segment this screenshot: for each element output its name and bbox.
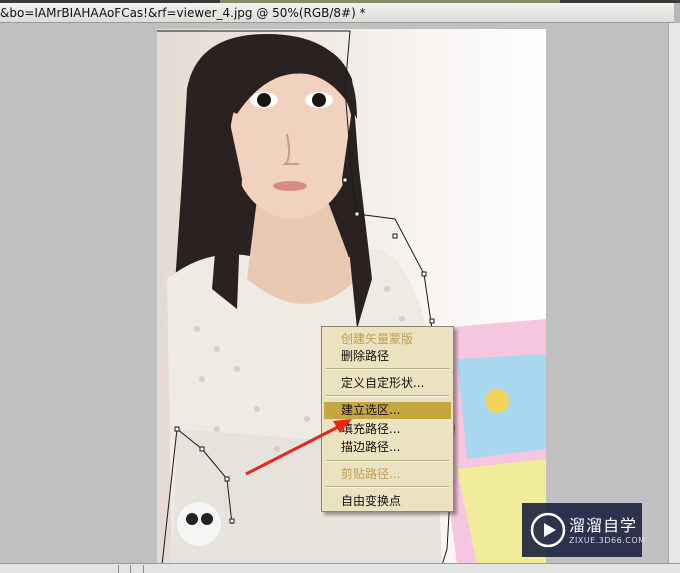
watermark-name: 溜溜自学 [569,516,638,535]
menu-separator [326,486,449,488]
play-icon [530,512,566,548]
status-bar [0,563,680,573]
panda-eye [186,513,198,525]
status-divider [118,565,119,573]
document-title: &bo=IAMrBIAHAAoFCas!&rf=viewer_4.jpg @ 5… [0,6,366,20]
status-divider [130,565,131,573]
title-bar-edge [674,3,680,23]
menu-item-stroke-path[interactable]: 描边路径... [324,439,451,456]
panda-eye [201,513,213,525]
right-pupil [312,93,326,107]
path-context-menu: 创建矢量蒙版 删除路径 定义自定形状... 建立选区... 填充路径... 描边… [321,326,454,512]
menu-separator [326,460,449,462]
menu-item-fill-path[interactable]: 填充路径... [324,421,451,438]
bedding-motif [485,389,509,413]
panda-toy [177,502,221,546]
menu-item-make-selection[interactable]: 建立选区... [324,402,451,419]
document-title-bar[interactable]: &bo=IAMrBIAHAAoFCas!&rf=viewer_4.jpg @ 5… [0,3,680,23]
menu-item-delete-path[interactable]: 删除路径 [324,348,451,365]
menu-item-define-custom-shape[interactable]: 定义自定形状... [324,375,451,392]
menu-separator [326,368,449,370]
mouth [273,181,307,191]
menu-separator [326,395,449,397]
watermark-logo: 溜溜自学 ZIXUE.3D66.COM [522,503,645,557]
menu-item-clipping-path[interactable]: 剪贴路径... [324,466,451,483]
menu-item-make-vector-mask[interactable]: 创建矢量蒙版 [324,331,451,348]
menu-item-free-transform-points[interactable]: 自由变换点 [324,493,451,510]
status-divider [143,565,144,573]
watermark-url: ZIXUE.3D66.COM [569,536,646,545]
vertical-scrollbar[interactable] [668,23,680,563]
left-pupil [257,93,271,107]
